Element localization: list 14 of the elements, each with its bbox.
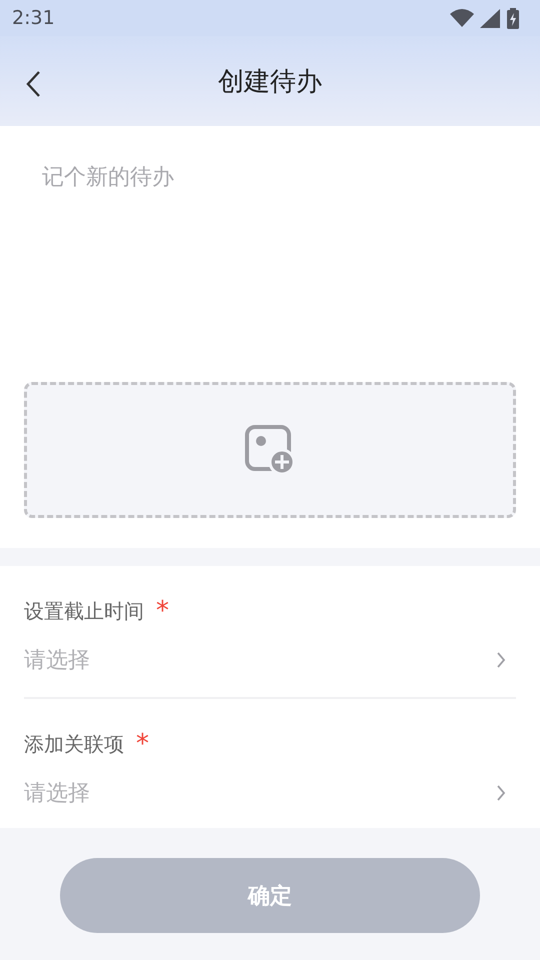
status-time: 2:31 (12, 7, 56, 29)
battery-icon (506, 8, 520, 28)
signal-icon (480, 8, 500, 28)
field-label: 设置截止时间 (24, 598, 144, 625)
wifi-icon (450, 8, 474, 28)
select-field[interactable]: 请选择 (24, 625, 516, 697)
page-title: 创建待办 (218, 66, 322, 98)
required-mark: * (136, 731, 149, 757)
select-field[interactable]: 请选择 (24, 758, 516, 828)
chevron-right-icon (496, 785, 506, 801)
required-mark: * (156, 598, 169, 624)
chevron-right-icon (496, 652, 506, 668)
field-label: 添加关联项 (24, 731, 124, 758)
todo-input[interactable]: 记个新的待办 (0, 126, 540, 382)
